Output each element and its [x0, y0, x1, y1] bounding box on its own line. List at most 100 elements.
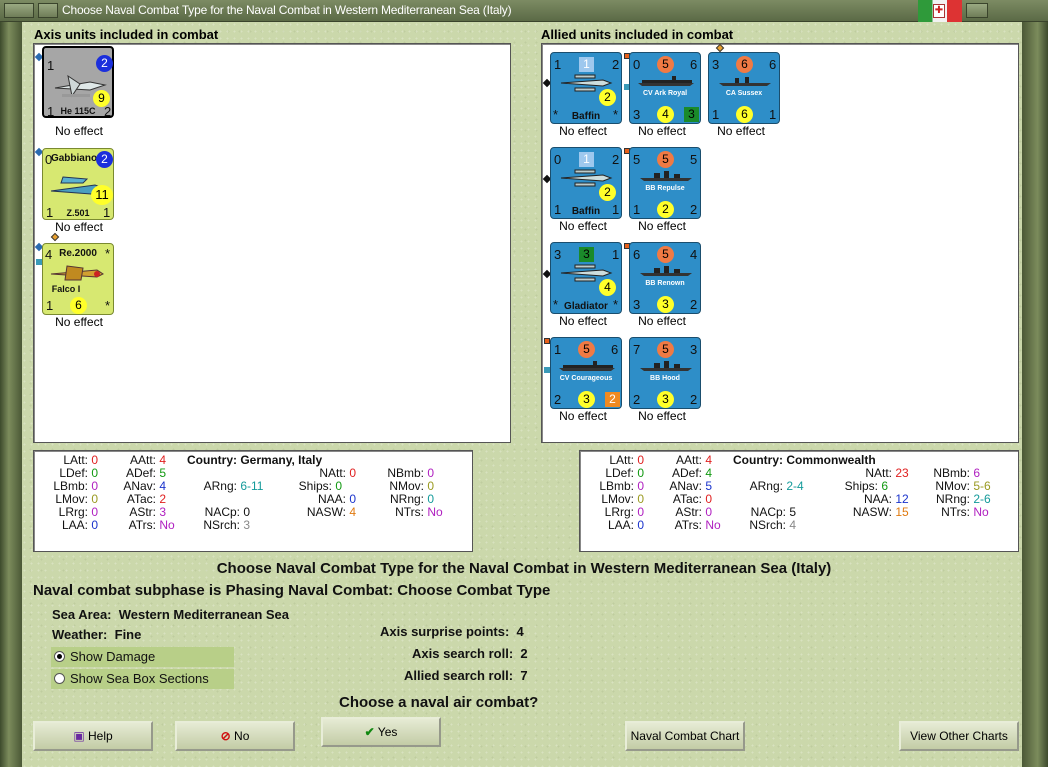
unit-stat: 3: [554, 247, 562, 262]
stat-value: 0: [91, 466, 99, 480]
unit-stat: 4: [657, 106, 674, 123]
unit-marker-icon: [50, 232, 60, 242]
unit-effect: No effect: [55, 124, 103, 138]
unit-name: BB Hood: [650, 375, 680, 382]
stat-label: NSrch:: [203, 518, 240, 532]
unit-stat: 1: [554, 342, 562, 357]
stat-value: 3: [159, 505, 167, 519]
allied-unit-gladiator[interactable]: 3 3 1 4 * Gladiator *: [550, 242, 622, 314]
country-value: Germany, Italy: [240, 453, 323, 467]
allied-unit-hood[interactable]: 7 5 3 BB Hood 2 3 2: [629, 337, 701, 409]
title-bar: Choose Naval Combat Type for the Naval C…: [0, 0, 1048, 22]
unit-stat: *: [105, 246, 111, 261]
sea-area-value: Western Mediterranean Sea: [118, 607, 290, 622]
stat-value: 12: [895, 492, 909, 506]
allied-unit-sussex[interactable]: 3 6 6 CA Sussex 1 6 1: [708, 52, 780, 124]
unit-name: CV Courageous: [559, 375, 613, 382]
stat-value: 4: [159, 479, 167, 493]
stat-value: 0: [335, 479, 343, 493]
unit-stat: 3: [657, 296, 674, 313]
allied-heading: Allied units included in combat: [541, 27, 734, 42]
axis-search-label: Axis search roll:: [412, 646, 514, 661]
axis-search-value: 2: [520, 646, 528, 661]
show-sea-box-radio[interactable]: [54, 673, 65, 684]
allied-unit-courageous[interactable]: 1 5 6 CV Courageous 2 3 2: [550, 337, 622, 409]
battleship-icon: [640, 171, 692, 181]
allied-unit-renown[interactable]: 6 5 4 BB Renown 3 3 2: [629, 242, 701, 314]
stat-value: 4: [349, 505, 357, 519]
stat-value: No: [705, 518, 721, 532]
italy-flag-icon: ✚: [918, 0, 962, 22]
unit-name: Gladiator: [564, 301, 608, 312]
unit-effect: No effect: [55, 315, 103, 329]
unit-name: CV Ark Royal: [642, 90, 688, 97]
stat-value: 4: [705, 466, 713, 480]
unit-name: BB Repulse: [645, 185, 685, 192]
stat-value: 5: [159, 466, 167, 480]
stat-label: ATrs:: [674, 518, 702, 532]
unit-stat: 2: [554, 392, 562, 407]
unit-stat: 2: [612, 152, 620, 167]
no-button[interactable]: ⊘ No: [175, 721, 295, 751]
axis-unit-z501[interactable]: 0 Gabbiano 2 11 1 Z.501 1: [42, 148, 114, 220]
stat-value: 6: [881, 479, 889, 493]
allied-unit-baffin-2[interactable]: 0 1 2 2 1 Baffin 1: [550, 147, 622, 219]
check-icon: ✔: [364, 725, 375, 739]
unit-stat: 2: [690, 202, 698, 217]
stat-value: 15: [895, 505, 909, 519]
savoy-cross-icon: ✚: [933, 4, 945, 18]
unit-title: Re.2000: [59, 248, 97, 259]
stat-value: 0: [91, 518, 99, 532]
axis-unit-re2000[interactable]: 4 Re.2000 * Falco I 1 6 *: [42, 243, 114, 315]
fighter-icon: [50, 265, 104, 281]
stat-value: 6: [973, 466, 981, 480]
axis-unit-he115c[interactable]: 1 2 9 1 He 115C 2: [42, 46, 114, 119]
stat-label: NTrs:: [941, 505, 970, 519]
stat-value: 0: [637, 518, 645, 532]
unit-stat: 1: [46, 298, 54, 313]
unit-stat: 5: [657, 151, 674, 168]
carrier-icon: [559, 361, 615, 371]
unit-stat: 1: [103, 205, 111, 220]
view-other-charts-button[interactable]: View Other Charts: [899, 721, 1019, 751]
yes-button[interactable]: ✔ Yes: [321, 717, 441, 747]
stat-value: 0: [637, 505, 645, 519]
help-button[interactable]: ▣ Help: [33, 721, 153, 751]
show-sea-box-option[interactable]: Show Sea Box Sections: [51, 669, 234, 689]
show-damage-radio[interactable]: [54, 651, 65, 662]
unit-stat: 6: [769, 57, 777, 72]
axis-stats-panel: LAtt: 0 LDef: 0 LBmb: 0 LMov: 0 LRrg: 0 …: [33, 450, 473, 552]
stat-value: No: [159, 518, 175, 532]
stat-value: 0: [427, 492, 435, 506]
stat-value: 0: [705, 492, 713, 506]
surprise-label: Axis surprise points:: [380, 624, 510, 639]
stat-value: 2: [159, 492, 167, 506]
allied-unit-repulse[interactable]: 5 5 5 BB Repulse 1 2 2: [629, 147, 701, 219]
no-icon: ⊘: [220, 729, 231, 743]
stat-value: 2-6: [973, 492, 991, 506]
allied-search-label: Allied search roll:: [404, 668, 514, 683]
show-damage-option[interactable]: Show Damage: [51, 647, 234, 667]
naval-combat-chart-button[interactable]: Naval Combat Chart: [625, 721, 745, 751]
unit-effect: No effect: [559, 219, 607, 233]
unit-stat: 2: [633, 392, 641, 407]
unit-stat: 3: [633, 107, 641, 122]
allied-unit-ark-royal[interactable]: 0 5 6 CV Ark Royal 3 4 3: [629, 52, 701, 124]
window-menu-icon[interactable]: [4, 3, 34, 18]
unit-stat: 5: [690, 152, 698, 167]
stat-value: 0: [427, 466, 435, 480]
minimize-icon[interactable]: [38, 3, 58, 18]
unit-stat: 6: [633, 247, 641, 262]
close-icon[interactable]: [966, 3, 988, 18]
axis-heading: Axis units included in combat: [34, 27, 219, 42]
country-label: Country:: [733, 453, 783, 467]
unit-stat: 0: [633, 57, 641, 72]
view-other-charts-label: View Other Charts: [910, 729, 1008, 743]
stat-label: NTrs:: [395, 505, 424, 519]
unit-stat: 3: [657, 391, 674, 408]
stat-value: 0: [91, 479, 99, 493]
allied-unit-baffin[interactable]: 1 1 2 2 * Baffin *: [550, 52, 622, 124]
stat-value: 4: [789, 518, 797, 532]
unit-stat: 3: [579, 247, 594, 262]
unit-stat: 1: [579, 57, 594, 72]
